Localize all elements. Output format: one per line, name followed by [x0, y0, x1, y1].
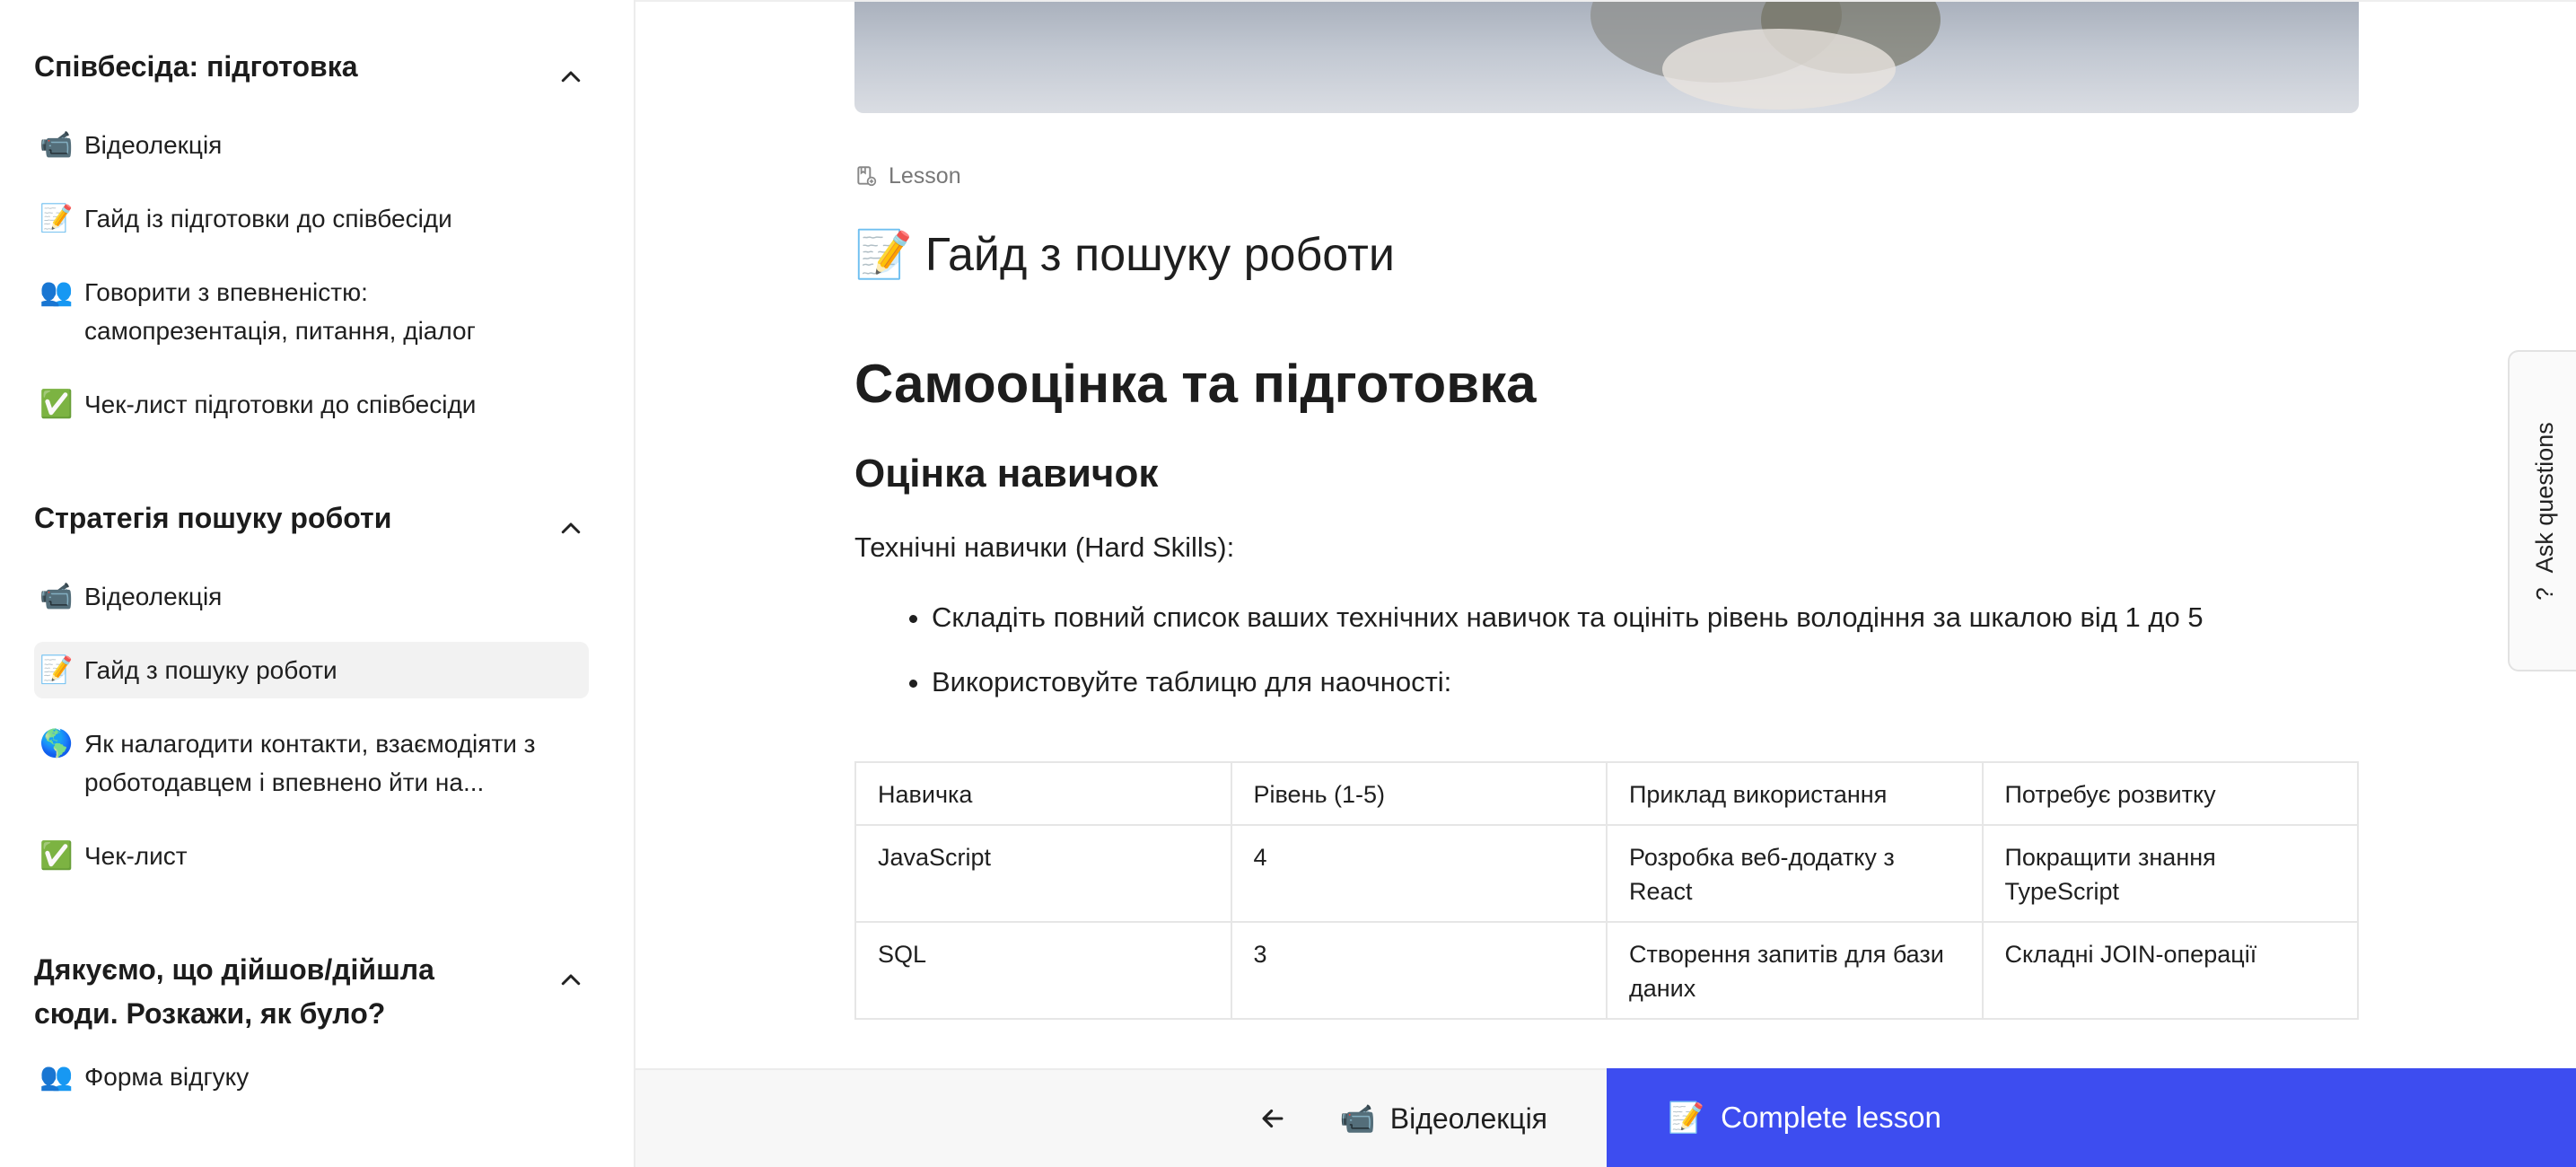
arrow-left-icon [1262, 1109, 1284, 1128]
sidebar-item-label: Відеолекція [84, 583, 223, 610]
chevron-up-icon[interactable] [553, 511, 589, 547]
sidebar-item-label: Чек-лист підготовки до співбесіди [84, 390, 477, 418]
table-cell: SQL [854, 921, 1232, 1020]
ask-questions-tab[interactable]: ? Ask questions [2508, 350, 2576, 671]
sidebar-item-label: Чек-лист [84, 842, 188, 870]
table-cell: Складні JOIN-операції [1981, 921, 2359, 1020]
sidebar-item-interview-checklist[interactable]: ✅ Чек-лист підготовки до співбесіди [34, 376, 589, 433]
sidebar-item-interview-guide[interactable]: 📝 Гайд із підготовки до співбесіди [34, 190, 589, 247]
sidebar-section-interview-prep: Співбесіда: підготовка 📹 Відеолекція 📝 Г… [0, 2, 634, 433]
table-cell: 4 [1230, 824, 1608, 923]
table-header-cell: Рівень (1-5) [1230, 761, 1608, 826]
sidebar-item-label: Гайд із підготовки до співбесіди [84, 205, 452, 233]
complete-lesson-label: Complete lesson [1721, 1101, 1941, 1134]
article-heading: Самооцінка та підготовка [854, 354, 1537, 414]
course-sidebar: Співбесіда: підготовка 📹 Відеолекція 📝 Г… [0, 0, 635, 1167]
sidebar-item-video-lecture[interactable]: 📹 Відеолекція [34, 568, 589, 625]
table-row: JavaScript 4 Розробка веб-додатку з Reac… [854, 824, 2359, 923]
sidebar-item-video-lecture[interactable]: 📹 Відеолекція [34, 117, 589, 173]
table-cell: Розробка веб-додатку з React [1606, 824, 1984, 923]
sidebar-item-label: Говорити з впевненістю: самопрезентація,… [84, 278, 476, 345]
table-cell: 3 [1230, 921, 1608, 1020]
section-title: Співбесіда: підготовка [34, 50, 358, 83]
table-cell: JavaScript [854, 824, 1232, 923]
list-item: Використовуйте таблицю для наочності: [932, 661, 2359, 704]
table-cell: Створення запитів для бази даних [1606, 921, 1984, 1020]
table-cell: Покращити знання TypeScript [1981, 824, 2359, 923]
chevron-up-icon[interactable] [553, 59, 589, 95]
table-header-cell: Потребує розвитку [1981, 761, 2359, 826]
memo-icon: 📝 [1668, 1100, 1705, 1135]
sidebar-item-feedback-form[interactable]: 👥 Форма відгуку [34, 1049, 589, 1105]
sidebar-item-label: Гайд з пошуку роботи [84, 656, 337, 684]
lesson-bottom-nav: 📹 Відеолекція 📝 Complete lesson [635, 1068, 2576, 1167]
lesson-cover-image [854, 2, 2359, 113]
lesson-body: Lesson 📝 Гайд з пошуку роботи Самооцінка … [854, 153, 2359, 1020]
sidebar-item-job-search-guide[interactable]: 📝 Гайд з пошуку роботи [34, 642, 589, 698]
sidebar-item-label: Відеолекція [84, 131, 223, 159]
memo-icon: 📝 [39, 654, 74, 686]
article-subheading: Оцінка навичок [854, 452, 1159, 496]
article-paragraph: Технічні навички (Hard Skills): [854, 531, 1235, 563]
table-header-cell: Навичка [854, 761, 1232, 826]
question-mark-icon: ? [2530, 586, 2558, 601]
previous-lesson-label: Відеолекція [1389, 1101, 1547, 1135]
section-title: Дякуємо, що дійшов/дійшла сюди. Розкажи,… [34, 953, 434, 1030]
ask-questions-label: Ask questions [2530, 421, 2558, 573]
complete-lesson-button[interactable]: 📝 Complete lesson [1607, 1068, 2576, 1167]
table-header-row: Навичка Рівень (1-5) Приклад використанн… [854, 761, 2359, 826]
table-header-cell: Приклад використання [1606, 761, 1984, 826]
check-mark-icon: ✅ [39, 840, 74, 872]
people-icon: 👥 [39, 276, 74, 308]
section-header[interactable]: Співбесіда: підготовка [34, 2, 589, 117]
sidebar-item-checklist[interactable]: ✅ Чек-лист [34, 828, 589, 884]
sidebar-section-feedback: Дякуємо, що дійшов/дійшла сюди. Розкажи,… [0, 901, 634, 1105]
bullet-list: Складіть повний список ваших технічних н… [854, 596, 2359, 704]
video-camera-icon: 📹 [1339, 1101, 1376, 1136]
people-icon: 👥 [39, 1061, 74, 1092]
chevron-up-icon[interactable] [553, 962, 589, 998]
sidebar-item-label: Як налагодити контакти, взаємодіяти з ро… [84, 730, 536, 796]
previous-lesson-area: 📹 Відеолекція [635, 1068, 1607, 1167]
sidebar-section-job-search: Стратегія пошуку роботи 📹 Відеолекція 📝 … [0, 450, 634, 884]
skills-table: Навичка Рівень (1-5) Приклад використанн… [854, 761, 2359, 1020]
sidebar-item-label: Форма відгуку [84, 1063, 250, 1091]
memo-icon: 📝 [854, 228, 913, 282]
globe-icon: 🌎 [39, 728, 74, 759]
sidebar-item-speak-confidently[interactable]: 👥 Говорити з впевненістю: самопрезентаці… [34, 264, 589, 359]
lesson-type-label: Lesson [889, 162, 961, 189]
table-row: SQL 3 Створення запитів для бази даних С… [854, 921, 2359, 1020]
check-mark-icon: ✅ [39, 389, 74, 420]
lesson-content-area: Lesson 📝 Гайд з пошуку роботи Самооцінка … [635, 0, 2576, 1167]
lesson-page-icon [857, 166, 877, 187]
lesson-title: 📝 Гайд з пошуку роботи [854, 219, 2359, 291]
memo-icon: 📝 [39, 203, 74, 234]
list-item: Складіть повний список ваших технічних н… [932, 596, 2359, 639]
lesson-title-text: Гайд з пошуку роботи [924, 229, 1395, 281]
video-camera-icon: 📹 [39, 581, 74, 612]
video-camera-icon: 📹 [39, 129, 74, 161]
lesson-type-tag: Lesson [854, 153, 2359, 199]
sidebar-item-networking[interactable]: 🌎 Як налагодити контакти, взаємодіяти з … [34, 715, 589, 811]
section-title: Стратегія пошуку роботи [34, 502, 392, 534]
section-header[interactable]: Стратегія пошуку роботи [34, 450, 589, 568]
previous-lesson-button[interactable]: 📹 Відеолекція [1257, 1101, 1547, 1136]
section-header[interactable]: Дякуємо, що дійшов/дійшла сюди. Розкажи,… [34, 901, 589, 1049]
